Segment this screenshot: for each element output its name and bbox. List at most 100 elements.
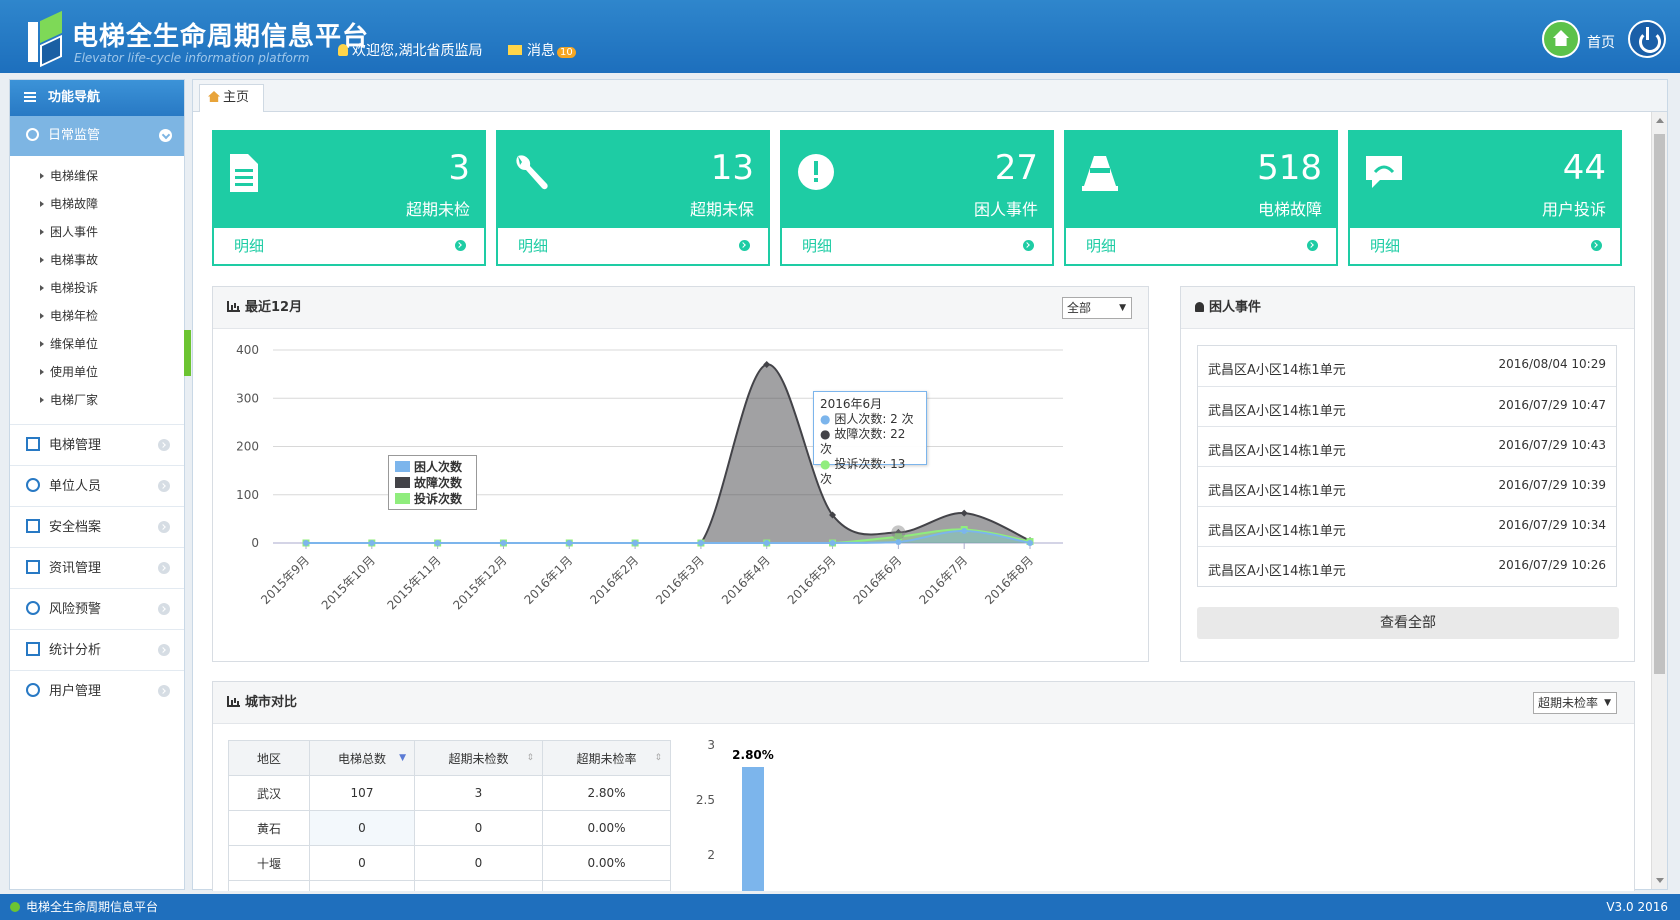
city-bar-chart: 3 2.5 2 2.80% — [696, 738, 774, 891]
city-comparison-panel: 城市对比 超期未检率 地区 电梯总数▼ 超期未检数⇕ 超期未检率⇕ 武汉1073… — [212, 681, 1635, 891]
sub-nav-list: 电梯维保 电梯故障 困人事件 电梯事故 电梯投诉 电梯年检 维保单位 使用单位 … — [10, 156, 184, 424]
user-circle-icon — [26, 478, 40, 492]
list-item[interactable]: 武昌区A小区14栋1单元 2016/08/04 10:29 — [1198, 346, 1616, 386]
data-point — [632, 540, 639, 546]
list-item[interactable]: 武昌区A小区14栋1单元 2016/07/29 10:26 — [1198, 546, 1616, 586]
scroll-up-icon[interactable] — [1656, 118, 1664, 123]
tab-home[interactable]: 主页 — [199, 84, 265, 112]
data-point — [763, 540, 770, 546]
info-icon — [10, 902, 20, 912]
sidebar-section-units[interactable]: 单位人员 — [10, 465, 184, 506]
data-point — [434, 540, 441, 546]
sidebar-item[interactable]: 电梯厂家 — [10, 386, 184, 414]
app-title: 电梯全生命周期信息平台 — [72, 22, 370, 52]
wrench-icon — [516, 155, 548, 190]
stat-value: 518 — [1257, 148, 1322, 188]
stat-label: 电梯故障 — [1257, 200, 1322, 219]
column-header[interactable]: 地区 — [228, 740, 310, 776]
detail-link[interactable]: 明细 — [498, 228, 768, 264]
home-link[interactable]: 首页 — [1587, 32, 1615, 52]
sidebar-section-risk[interactable]: 风险预警 — [10, 588, 184, 629]
column-header[interactable]: 超期未检率 ⇕ — [542, 740, 671, 776]
footer-title: 电梯全生命周期信息平台 — [26, 900, 159, 914]
arrow-right-icon — [455, 240, 466, 251]
scrollbar-thumb[interactable] — [1654, 134, 1665, 674]
sidebar-item[interactable]: 电梯年检 — [10, 302, 184, 330]
home-icon[interactable] — [1542, 20, 1580, 58]
sidebar-section-daily-supervision[interactable]: 日常监管 — [10, 116, 184, 156]
column-header[interactable]: 电梯总数 ▼ — [309, 740, 415, 776]
stat-card-trapped: 27 困人事件 明细 — [780, 130, 1054, 266]
list-item[interactable]: 武昌区A小区14栋1单元 2016/07/29 10:43 — [1198, 426, 1616, 466]
list-icon — [24, 92, 36, 102]
sidebar-section-elevator-mgmt[interactable]: 电梯管理 — [10, 424, 184, 465]
vertical-scrollbar[interactable] — [1651, 112, 1667, 889]
scroll-down-icon[interactable] — [1656, 878, 1664, 883]
gear-icon — [26, 683, 40, 697]
sidebar-item[interactable]: 电梯投诉 — [10, 274, 184, 302]
table-row[interactable] — [228, 880, 671, 891]
detail-link[interactable]: 明细 — [214, 228, 484, 264]
cone-icon — [1082, 156, 1118, 191]
bell-icon — [1195, 302, 1204, 312]
sidebar-section-users[interactable]: 用户管理 — [10, 670, 184, 711]
y-tick-label: 100 — [236, 488, 259, 502]
sidebar-item[interactable]: 电梯维保 — [10, 162, 184, 190]
table-row[interactable]: 黄石 0 0 0.00% — [228, 810, 671, 846]
detail-link[interactable]: 明细 — [1066, 228, 1336, 264]
user-icon — [338, 44, 348, 56]
list-item[interactable]: 武昌区A小区14栋1单元 2016/07/29 10:39 — [1198, 466, 1616, 506]
folder-icon — [26, 519, 40, 533]
data-point — [961, 527, 968, 534]
y-tick-label: 200 — [236, 440, 259, 454]
legend-label: 故障次数 — [414, 476, 463, 490]
data-point — [368, 540, 375, 546]
y-tick-label: 0 — [251, 536, 259, 550]
chevron-right-icon — [158, 480, 170, 492]
sidebar-item[interactable]: 使用单位 — [10, 358, 184, 386]
stat-label: 困人事件 — [973, 200, 1038, 219]
chevron-right-icon — [158, 562, 170, 574]
city-table: 地区 电梯总数 ▼ 超期未检数 ⇕ 超期未检率 ⇕ 武汉 107 3 2.80% 黄石 0 0 0… — [228, 740, 671, 891]
power-icon[interactable] — [1628, 20, 1666, 58]
bar-chart-icon — [227, 696, 240, 707]
range-select[interactable]: 全部 — [1062, 297, 1132, 319]
table-row[interactable]: 十堰 0 0 0.00% — [228, 845, 671, 881]
sidebar-section-news[interactable]: 资讯管理 — [10, 547, 184, 588]
data-point — [829, 540, 836, 546]
data-point — [303, 540, 309, 546]
list-item[interactable]: 武昌区A小区14栋1单元 2016/07/29 10:47 — [1198, 386, 1616, 426]
x-tick-label: 2016年7月 — [916, 553, 970, 607]
list-item[interactable]: 武昌区A小区14栋1单元 2016/07/29 10:34 — [1198, 506, 1616, 546]
stat-value: 44 — [1562, 148, 1606, 188]
messages-badge: 10 — [557, 47, 576, 58]
column-header[interactable]: 超期未检数 ⇕ — [414, 740, 543, 776]
detail-link[interactable]: 明细 — [782, 228, 1052, 264]
sidebar-section-stats[interactable]: 统计分析 — [10, 629, 184, 670]
chevron-right-icon — [158, 603, 170, 615]
sidebar-item[interactable]: 电梯故障 — [10, 190, 184, 218]
sidebar-collapse-handle[interactable] — [184, 330, 191, 376]
table-row[interactable]: 武汉 107 3 2.80% — [228, 775, 671, 811]
view-all-button[interactable]: 查看全部 — [1197, 607, 1619, 639]
stat-card-faults: 518 电梯故障 明细 — [1064, 130, 1338, 266]
data-point — [895, 539, 902, 546]
detail-link[interactable]: 明细 — [1350, 228, 1620, 264]
metric-select[interactable]: 超期未检率 — [1533, 692, 1617, 714]
sidebar-item[interactable]: 维保单位 — [10, 330, 184, 358]
welcome-text: 欢迎您,湖北省质监局 — [338, 40, 482, 60]
data-point — [697, 540, 704, 546]
sidebar-item[interactable]: 困人事件 — [10, 218, 184, 246]
legend-swatch — [395, 477, 410, 488]
x-tick-label: 2016年8月 — [982, 553, 1036, 607]
stat-value: 13 — [710, 148, 754, 188]
chevron-down-icon — [159, 129, 172, 142]
sidebar-item[interactable]: 电梯事故 — [10, 246, 184, 274]
messages-link[interactable]: 消息 10 — [508, 40, 576, 60]
x-tick-label: 2015年11月 — [384, 553, 443, 612]
sidebar-section-archives[interactable]: 安全档案 — [10, 506, 184, 547]
chevron-right-icon — [158, 685, 170, 697]
panel-header: 最近12月 全部 — [213, 287, 1148, 329]
logo — [22, 10, 70, 68]
arrow-right-icon — [1307, 240, 1318, 251]
